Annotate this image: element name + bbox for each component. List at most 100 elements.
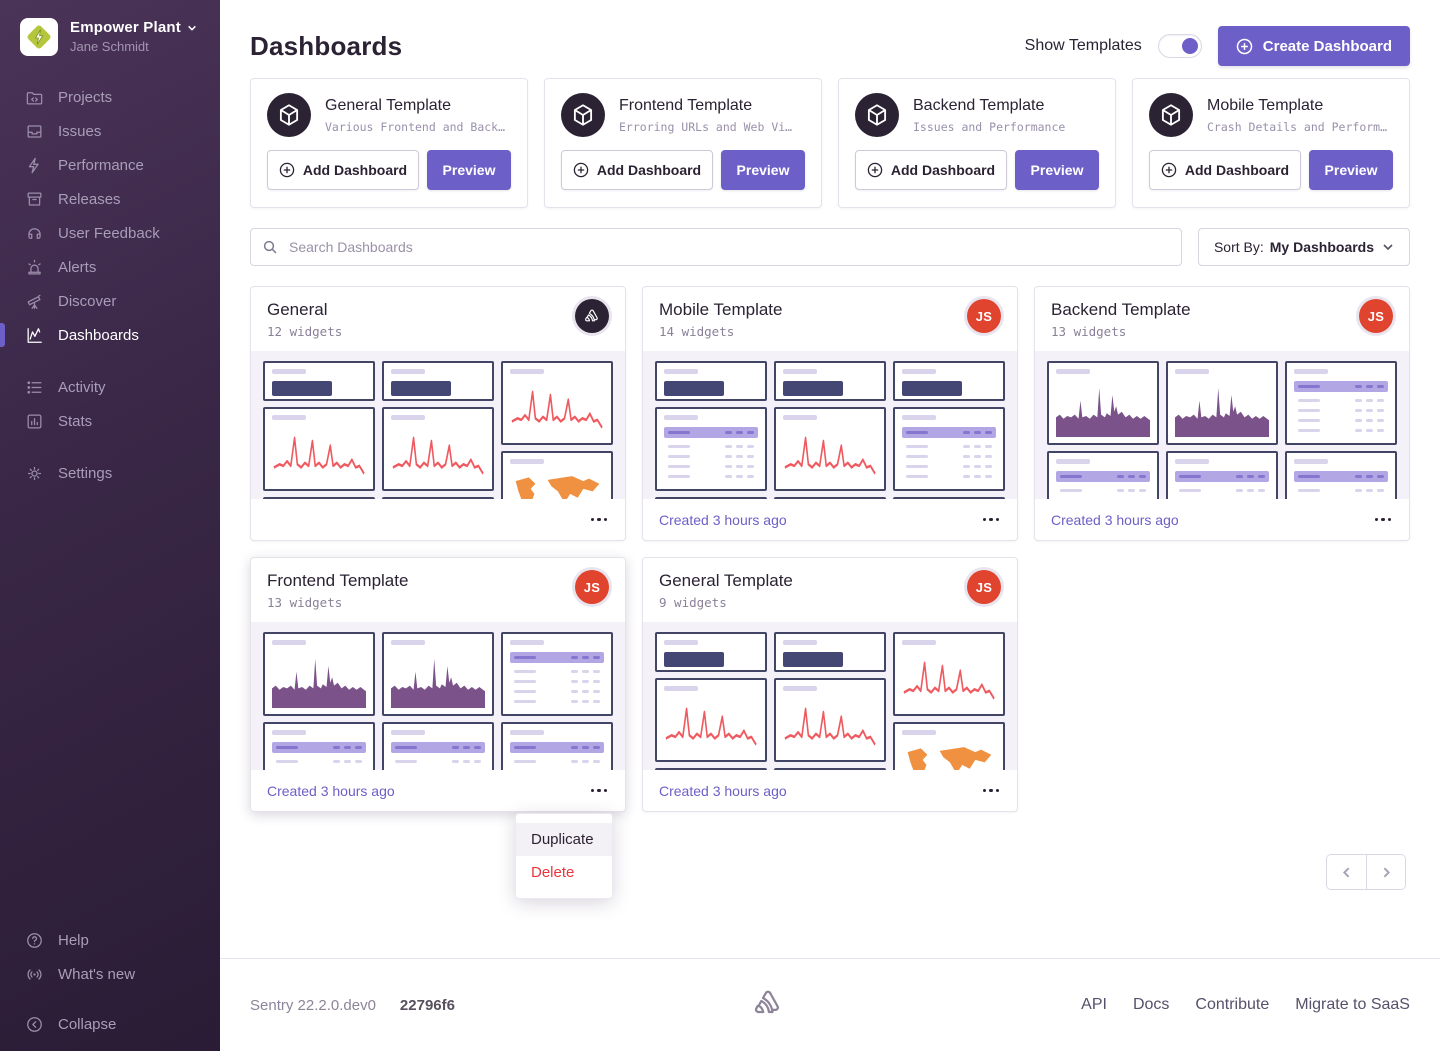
footer-link-migrate-to-saas[interactable]: Migrate to SaaS [1295,996,1410,1014]
next-page-button[interactable] [1366,855,1405,889]
alerts-icon [24,257,44,277]
template-title: Frontend Template [619,97,792,115]
sort-by-button[interactable]: Sort By: My Dashboards [1198,228,1410,266]
template-description: Erroring URLs and Web Vi… [619,120,792,134]
sidebar-item-projects[interactable]: Projects [0,80,220,114]
search-icon [262,239,278,255]
context-menu-button[interactable] [981,512,1002,528]
sidebar-item-stats[interactable]: Stats [0,404,220,438]
user-avatar-js: JS [575,570,609,604]
sidebar-item-help[interactable]: Help [0,923,220,957]
line-chart-widget-icon [783,427,877,483]
template-description: Crash Details and Perform… [1207,120,1387,134]
sidebar-item-releases[interactable]: Releases [0,182,220,216]
dashboard-card-mobile-template[interactable]: Mobile Template 14 widgets JS Created 3 … [642,286,1018,541]
plus-circle-icon [1161,162,1177,178]
sidebar-item-discover[interactable]: Discover [0,284,220,318]
org-switcher[interactable]: Empower Plant Jane Schmidt [0,0,220,66]
sidebar-item-what-s-new[interactable]: What's new [0,957,220,991]
big-number-widget-preview [774,632,886,672]
table-widget-preview [1285,451,1397,499]
line-chart-widget-preview [655,678,767,762]
area-chart-widget-icon [1175,381,1269,437]
sidebar-item-settings[interactable]: Settings [0,456,220,490]
sidebar-item-alerts[interactable]: Alerts [0,250,220,284]
footer-links: API Docs Contribute Migrate to SaaS [1081,996,1410,1014]
sidebar-nav-tertiary: Settings [0,456,220,490]
template-description: Various Frontend and Back… [325,120,505,134]
add-dashboard-button[interactable]: Add Dashboard [561,150,713,190]
preview-button[interactable]: Preview [721,150,805,190]
show-templates-toggle[interactable] [1158,34,1202,58]
line-chart-widget-preview [774,678,886,762]
sidebar-item-dashboards[interactable]: Dashboards [0,318,220,352]
table-widget-preview [1166,451,1278,499]
cube-icon [864,102,890,128]
add-dashboard-button[interactable]: Add Dashboard [267,150,419,190]
sidebar-nav-secondary: Activity Stats [0,370,220,438]
search-input[interactable] [250,228,1182,266]
context-menu-button[interactable] [589,512,610,528]
context-menu-button[interactable] [589,783,610,799]
dashboard-widget-count: 13 widgets [1051,324,1393,339]
context-menu-button[interactable] [1373,512,1394,528]
help-icon [24,930,44,950]
user-feedback-icon [24,223,44,243]
dashboard-preview [643,351,1017,499]
line-chart-widget-icon [902,652,996,708]
dashboard-title: Frontend Template [267,571,609,591]
template-cube-icon [561,93,605,137]
created-timestamp: Created 3 hours ago [659,512,787,528]
discover-icon [24,291,44,311]
create-dashboard-button[interactable]: Create Dashboard [1218,26,1410,66]
created-timestamp: Created 3 hours ago [267,783,395,799]
sort-value: My Dashboards [1270,239,1374,255]
dashboard-card-general-template[interactable]: General Template 9 widgets JS Created 3 … [642,557,1018,812]
sidebar-item-issues[interactable]: Issues [0,114,220,148]
org-name: Empower Plant [70,19,181,36]
footer-link-api[interactable]: API [1081,996,1107,1014]
table-widget-preview [893,497,1005,499]
dashboard-title: Backend Template [1051,300,1393,320]
dashboard-widget-count: 9 widgets [659,595,1001,610]
sidebar-item-activity[interactable]: Activity [0,370,220,404]
preview-button[interactable]: Preview [427,150,511,190]
template-title: Backend Template [913,97,1065,115]
sidebar: Empower Plant Jane Schmidt Projects Issu… [0,0,220,1051]
toggle-knob [1182,38,1198,54]
footer-link-docs[interactable]: Docs [1133,996,1169,1014]
big-number-widget-preview [263,361,375,401]
page-footer: Sentry 22.2.0.dev0 22796f6 APIDocsContri… [220,958,1440,1051]
world-map-widget-preview [893,722,1005,770]
table-widget-preview [263,497,375,499]
world-map-widget-icon [902,742,996,770]
template-row: General Template Various Frontend and Ba… [250,78,1410,208]
filter-row: Sort By: My Dashboards [250,228,1410,266]
sidebar-nav-bottom: Help What's new [0,923,220,991]
add-dashboard-button[interactable]: Add Dashboard [855,150,1007,190]
context-menu-item-duplicate[interactable]: Duplicate [516,823,612,856]
dashboard-widget-count: 14 widgets [659,324,1001,339]
add-dashboard-button[interactable]: Add Dashboard [1149,150,1301,190]
dashboard-card-general[interactable]: General 12 widgets [250,286,626,541]
sidebar-item-user-feedback[interactable]: User Feedback [0,216,220,250]
world-map-widget-preview [501,451,613,499]
line-chart-widget-preview [382,407,494,491]
footer-link-contribute[interactable]: Contribute [1195,996,1269,1014]
dashboard-card-frontend-template[interactable]: Frontend Template 13 widgets JS Created … [250,557,626,812]
projects-icon [24,87,44,107]
preview-button[interactable]: Preview [1309,150,1393,190]
table-widget-preview [263,722,375,770]
line-chart-widget-icon [664,698,758,754]
sidebar-item-performance[interactable]: Performance [0,148,220,182]
dashboard-card-backend-template[interactable]: Backend Template 13 widgets JS Created 3… [1034,286,1410,541]
sidebar-nav-collapse: Collapse [0,1007,220,1041]
preview-button[interactable]: Preview [1015,150,1099,190]
context-menu-button[interactable] [981,783,1002,799]
whats-new-icon [24,964,44,984]
line-chart-widget-icon [391,427,485,483]
sidebar-item-collapse[interactable]: Collapse [0,1007,220,1041]
context-menu-item-delete[interactable]: Delete [516,856,612,889]
org-logo [20,18,58,56]
previous-page-button[interactable] [1327,855,1366,889]
